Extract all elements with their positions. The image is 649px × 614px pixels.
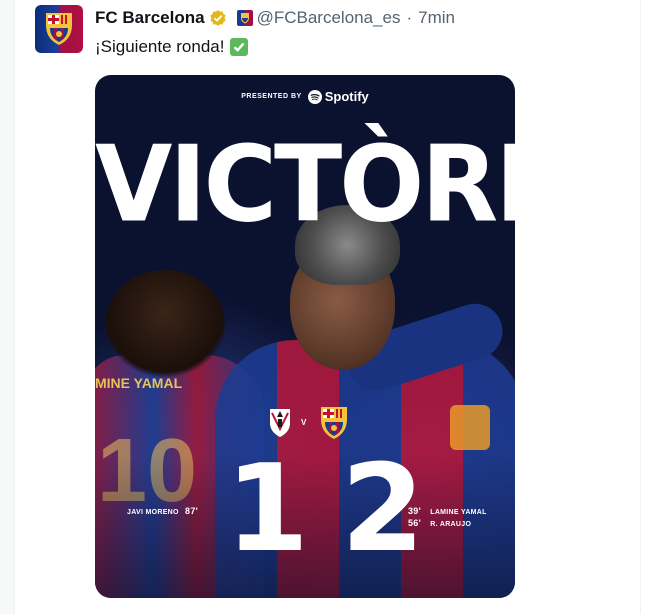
tweet-header: FC Barcelona @FCBarcelona_es · 7min [95, 7, 455, 29]
home-score: 1 [225, 440, 310, 579]
separator-dot: · [406, 8, 413, 27]
scorer-minute: 39' [408, 506, 422, 516]
spotify-logo: Spotify [307, 89, 369, 104]
presented-by-banner: PRESENTED BY Spotify [95, 89, 515, 104]
handle[interactable]: @FCBarcelona_es [257, 8, 401, 28]
final-score: 1 2 [226, 445, 425, 575]
barca-crest-icon [321, 407, 347, 439]
scorer-name: R. ARAUJO [430, 521, 472, 528]
left-rail [0, 0, 14, 614]
away-scorers: 39' LAMINE YAMAL 56' R. ARAUJO [408, 506, 487, 530]
presented-by-label: PRESENTED BY [241, 93, 302, 100]
away-scorer: 56' R. ARAUJO [408, 518, 487, 530]
scorer-name: JAVI MORENO [127, 509, 179, 516]
scorer-minute: 87' [185, 506, 199, 516]
tweet-media-image[interactable]: MINE YAMAL 10 PRESENTED BY Spotify VICTÒ… [95, 75, 515, 598]
scorer-minute: 56' [408, 518, 422, 528]
column-divider [14, 0, 15, 614]
shirt-name: MINE YAMAL [95, 375, 183, 391]
albacete-crest-icon [270, 409, 290, 437]
display-name[interactable]: FC Barcelona [95, 8, 205, 28]
headline: VICTÒRIA [95, 123, 515, 246]
timestamp[interactable]: 7min [418, 8, 455, 28]
scorer-name: LAMINE YAMAL [430, 509, 487, 516]
spotify-wordmark: Spotify [324, 89, 369, 104]
captain-armband [450, 405, 490, 450]
right-rail [640, 0, 649, 614]
away-scorer: 39' LAMINE YAMAL [408, 506, 487, 518]
fc-barcelona-affiliate-icon[interactable] [236, 10, 253, 26]
home-scorer: JAVI MORENO 87' [127, 506, 198, 516]
verified-gold-badge-icon[interactable] [209, 9, 227, 27]
barca-crest-icon [46, 13, 72, 45]
avatar[interactable] [35, 5, 83, 53]
check-mark-emoji-icon [230, 38, 249, 56]
spotify-icon [307, 89, 322, 104]
tweet-text: ¡Siguiente ronda! [95, 37, 249, 57]
versus-label: V [301, 418, 307, 427]
tweet-text-content: ¡Siguiente ronda! [95, 37, 225, 56]
player-left-head [105, 270, 225, 380]
